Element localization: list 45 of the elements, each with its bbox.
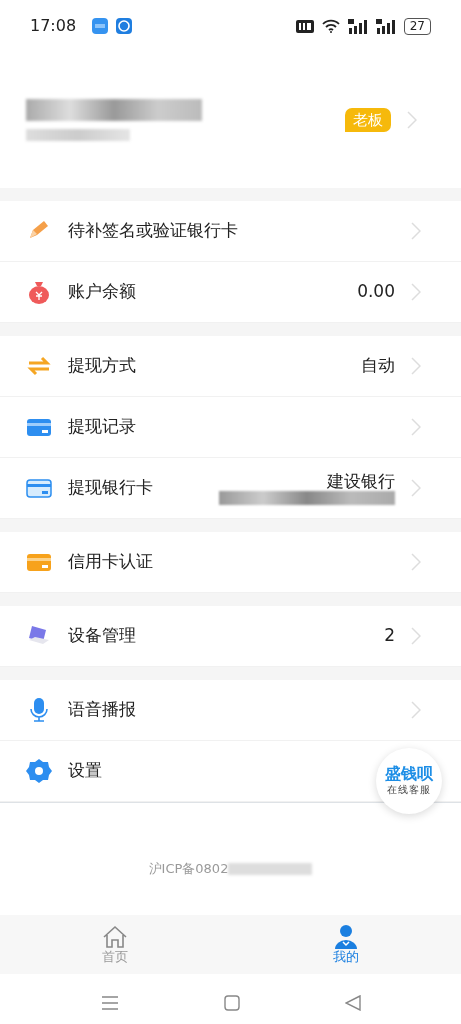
chevron-icon bbox=[411, 283, 421, 301]
hd-icon bbox=[295, 19, 314, 33]
chevron-icon bbox=[411, 357, 421, 375]
row-label: 语音播报 bbox=[68, 698, 136, 722]
app-icon bbox=[116, 18, 133, 34]
settings-icon bbox=[26, 758, 52, 784]
menu-row[interactable]: 提现记录 bbox=[0, 397, 461, 458]
row-label: 提现方式 bbox=[68, 354, 136, 378]
row-label: 设备管理 bbox=[68, 624, 136, 648]
money-bag-icon bbox=[26, 279, 52, 305]
row-value: 自动 bbox=[361, 354, 395, 378]
wifi-icon bbox=[321, 19, 340, 33]
home-button-icon[interactable] bbox=[223, 994, 240, 1011]
row-label: 账户余额 bbox=[68, 280, 136, 304]
chevron-icon bbox=[407, 111, 417, 129]
app-icon bbox=[92, 18, 109, 34]
menu-row[interactable]: 待补签名或验证银行卡 bbox=[0, 201, 461, 262]
chevron-icon bbox=[411, 418, 421, 436]
support-button[interactable]: 盛钱呗 在线客服 bbox=[376, 748, 442, 814]
back-icon[interactable] bbox=[344, 994, 361, 1011]
chevron-icon bbox=[411, 627, 421, 645]
tab-item[interactable]: 我的 bbox=[295, 923, 396, 966]
menu-row[interactable]: 语音播报 bbox=[0, 680, 461, 741]
person-icon bbox=[332, 924, 359, 951]
home-icon bbox=[102, 924, 129, 951]
row-value: 2 bbox=[384, 624, 395, 648]
row-value: 0.00 bbox=[357, 280, 395, 304]
menu-row[interactable]: 提现方式 自动 bbox=[0, 336, 461, 397]
row-label: 提现记录 bbox=[68, 415, 136, 439]
status-time: 17:08 bbox=[30, 15, 77, 37]
row-value: 建设银行 bbox=[326, 470, 395, 492]
chevron-icon bbox=[411, 222, 421, 240]
chevron-icon bbox=[411, 553, 421, 571]
menu-icon[interactable] bbox=[100, 994, 119, 1011]
row-label: 待补签名或验证银行卡 bbox=[68, 219, 238, 243]
row-label: 信用卡认证 bbox=[68, 550, 153, 574]
icp-text: 沪ICP备0802 bbox=[148, 860, 229, 878]
row-label: 设置 bbox=[68, 759, 102, 783]
signal-icon bbox=[375, 18, 396, 34]
role-badge: 老板 bbox=[345, 107, 391, 133]
battery-level: 27 bbox=[403, 17, 431, 35]
chevron-icon bbox=[411, 479, 421, 497]
row-label: 提现银行卡 bbox=[68, 476, 153, 500]
signal-icon bbox=[347, 18, 368, 34]
chevron-icon bbox=[411, 701, 421, 719]
